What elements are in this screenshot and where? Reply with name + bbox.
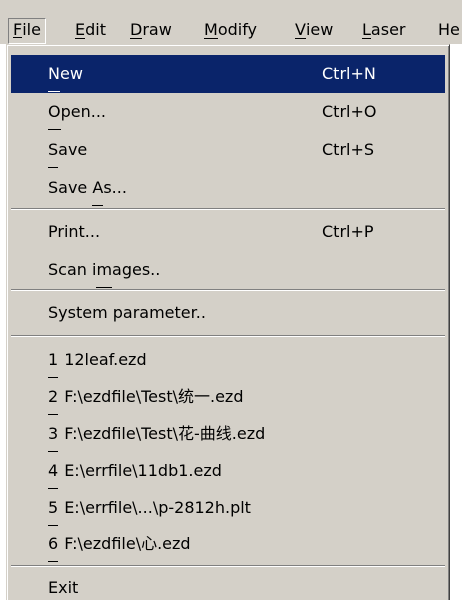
menu-item-save[interactable]: Save Ctrl+S [11,131,445,169]
shortcut-text: Ctrl+P [322,222,374,241]
recent-file-item[interactable]: 5 E:\errfile\...\p-2812h.plt [11,489,445,527]
menu-separator [11,565,445,567]
menu-separator [11,335,445,337]
file-menu-dropdown: New Ctrl+N Open... Ctrl+O Save Ctrl+S Sa… [6,44,450,600]
application-window: File Edit Draw Modify View Laser He New … [0,0,462,600]
menu-help[interactable]: He [438,18,460,42]
menu-laser[interactable]: Laser [362,18,405,42]
menu-bar: File Edit Draw Modify View Laser He [0,0,462,44]
recent-file-item[interactable]: 6 F:\ezdfile\心.ezd [11,525,445,563]
menu-item-label: 2 F:\ezdfile\Test\统一.ezd [48,378,243,416]
menu-item-label: 5 E:\errfile\...\p-2812h.plt [48,489,251,527]
menu-item-label: Save [48,131,87,169]
shortcut-text: Ctrl+O [322,102,377,121]
menu-separator [11,289,445,291]
menu-item-scan-images[interactable]: Scan images.. [11,251,445,289]
menu-edit[interactable]: Edit [75,18,106,42]
menu-item-save-as[interactable]: Save As... [11,169,445,207]
recent-file-item[interactable]: 2 F:\ezdfile\Test\统一.ezd [11,378,445,416]
menu-item-system-parameter[interactable]: System parameter.. [11,294,445,332]
menu-item-label: 3 F:\ezdfile\Test\花-曲线.ezd [48,415,265,453]
recent-file-item[interactable]: 1 12leaf.ezd [11,341,445,379]
menu-item-label: System parameter.. [48,303,206,322]
menu-modify[interactable]: Modify [204,18,257,42]
menu-item-label: Exit [48,569,78,600]
shortcut-text: Ctrl+N [322,64,376,83]
recent-file-item[interactable]: 4 E:\errfile\11db1.ezd [11,452,445,490]
menu-item-label: Save As... [48,169,127,207]
shortcut-text: Ctrl+S [322,140,375,159]
menu-separator [11,208,445,210]
menu-item-label: 4 E:\errfile\11db1.ezd [48,452,222,490]
menu-item-open[interactable]: Open... Ctrl+O [11,93,445,131]
menu-item-label: 1 12leaf.ezd [48,341,147,379]
menu-item-label: Open... [48,93,106,131]
menu-item-print[interactable]: Print... Ctrl+P [11,213,445,251]
menu-item-label: Print... [48,222,101,241]
menu-view[interactable]: View [295,18,333,42]
menu-item-label: Scan images.. [48,251,160,289]
menu-item-new[interactable]: New Ctrl+N [11,55,445,93]
menu-item-exit[interactable]: Exit [11,569,445,600]
menu-file[interactable]: File [8,18,46,44]
recent-file-item[interactable]: 3 F:\ezdfile\Test\花-曲线.ezd [11,415,445,453]
menu-draw[interactable]: Draw [130,18,172,42]
menu-item-label: 6 F:\ezdfile\心.ezd [48,525,191,563]
menu-item-label: New [48,55,83,93]
